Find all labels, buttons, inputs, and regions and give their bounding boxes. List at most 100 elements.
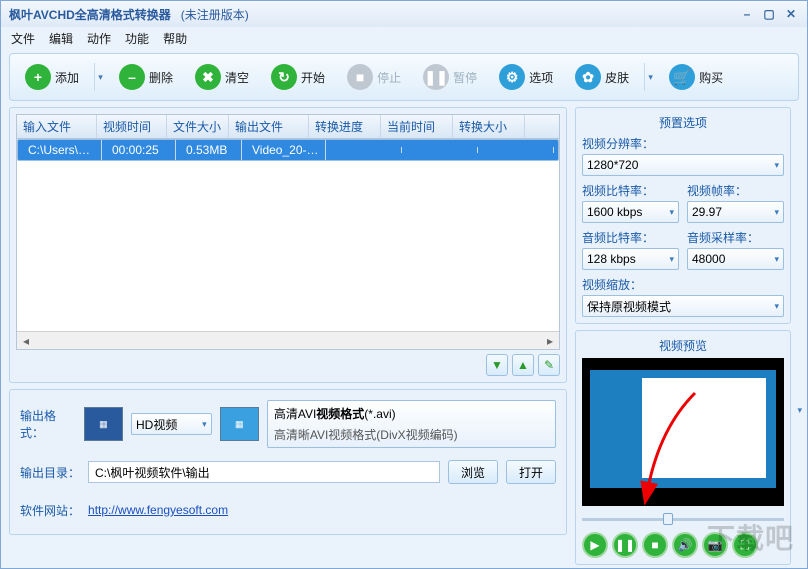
refresh-icon: ↻ <box>271 64 297 90</box>
h-scrollbar[interactable]: ◂ ▸ <box>17 331 559 349</box>
play-button[interactable]: ▶ <box>582 532 608 558</box>
volume-button[interactable]: 🔊 <box>672 532 698 558</box>
skin-button[interactable]: ✿皮肤 <box>566 60 638 94</box>
unregistered-label: (未注册版本) <box>181 6 249 23</box>
scroll-left-icon[interactable]: ◂ <box>17 334 35 348</box>
col-convsize[interactable]: 转换大小 <box>453 115 525 138</box>
pause-icon: ❚❚ <box>423 64 449 90</box>
move-up-button[interactable]: ▲ <box>512 354 534 376</box>
table-header: 输入文件 视频时间 文件大小 输出文件 转换进度 当前时间 转换大小 <box>17 115 559 139</box>
menu-edit[interactable]: 编辑 <box>49 30 73 47</box>
dir-label: 输出目录： <box>20 464 80 481</box>
pause-button: ❚❚暂停 <box>414 60 486 94</box>
scale-label: 视频缩放： <box>582 276 784 293</box>
asample-label: 音频采样率： <box>687 229 784 246</box>
stop-preview-button[interactable]: ■ <box>642 532 668 558</box>
preview-title: 视频预览 <box>582 337 784 354</box>
tools-icon: ⚙ <box>499 64 525 90</box>
menu-function[interactable]: 功能 <box>125 30 149 47</box>
minimize-icon[interactable]: – <box>739 7 755 21</box>
resolution-select[interactable]: 1280*720▾ <box>582 154 784 176</box>
buy-button[interactable]: 🛒购买 <box>660 60 732 94</box>
edit-button[interactable]: ✎ <box>538 354 560 376</box>
skin-dropdown[interactable]: ▾ <box>644 63 656 91</box>
add-dropdown[interactable]: ▾ <box>94 63 106 91</box>
stop-icon: ■ <box>347 64 373 90</box>
scale-select[interactable]: 保持原视频模式▾ <box>582 295 784 317</box>
app-title: 枫叶AVCHD全高清格式转换器 <box>9 6 171 23</box>
output-panel: 输出格式： ▦ HD视频▾ ▦ 高清AVI视频格式(*.avi) 高清晰AVI视… <box>9 389 567 535</box>
asample-select[interactable]: 48000▾ <box>687 248 784 270</box>
options-button[interactable]: ⚙选项 <box>490 60 562 94</box>
pause-preview-button[interactable]: ❚❚ <box>612 532 638 558</box>
volume-icon: 🔊 <box>678 538 693 552</box>
start-button[interactable]: ↻开始 <box>262 60 334 94</box>
chevron-down-icon: ▾ <box>774 207 779 218</box>
open-button[interactable]: 打开 <box>506 460 556 484</box>
stop-icon: ■ <box>651 538 658 552</box>
preset-title: 预置选项 <box>582 114 784 131</box>
col-curtime[interactable]: 当前时间 <box>381 115 453 138</box>
minus-icon: – <box>119 64 145 90</box>
format-desc: 高清晰AVI视频格式(DivX视频编码) <box>274 426 458 443</box>
fps-select[interactable]: 29.97▾ <box>687 201 784 223</box>
vbitrate-label: 视频比特率： <box>582 182 679 199</box>
chevron-down-icon: ▾ <box>774 160 779 171</box>
col-output[interactable]: 输出文件 <box>229 115 309 138</box>
res-label: 视频分辨率： <box>582 135 784 152</box>
menu-action[interactable]: 动作 <box>87 30 111 47</box>
close-icon[interactable]: ✕ <box>783 7 799 21</box>
scroll-right-icon[interactable]: ▸ <box>541 334 559 348</box>
add-button[interactable]: +添加 <box>16 60 88 94</box>
format-label: 输出格式： <box>20 407 76 441</box>
maximize-icon[interactable]: ▢ <box>761 7 777 21</box>
seek-slider[interactable] <box>582 512 784 526</box>
menu-file[interactable]: 文件 <box>11 30 35 47</box>
plus-icon: + <box>25 64 51 90</box>
output-dir-input[interactable]: C:\枫叶视频软件\输出 <box>88 461 440 483</box>
file-list-panel: 输入文件 视频时间 文件大小 输出文件 转换进度 当前时间 转换大小 C:\Us… <box>9 107 567 383</box>
arrow-up-icon: ▲ <box>517 358 529 372</box>
browse-button[interactable]: 浏览 <box>448 460 498 484</box>
table-row[interactable]: C:\Users\pc\.. 00:00:25 0.53MB Video_20-… <box>17 139 559 161</box>
fps-label: 视频帧率： <box>687 182 784 199</box>
file-table: 输入文件 视频时间 文件大小 输出文件 转换进度 当前时间 转换大小 C:\Us… <box>16 114 560 350</box>
preset-panel: 预置选项 视频分辨率： 1280*720▾ 视频比特率： 1600 kbps▾ … <box>575 107 791 324</box>
chevron-down-icon: ▾ <box>669 254 674 265</box>
expand-icon: ⛶ <box>741 538 749 553</box>
format-select[interactable]: 高清AVI视频格式(*.avi) 高清晰AVI视频格式(DivX视频编码) ▾ <box>267 400 556 448</box>
col-input[interactable]: 输入文件 <box>17 115 97 138</box>
pause-icon: ❚❚ <box>615 538 635 552</box>
profile-thumb: ▦ <box>84 407 123 441</box>
play-icon: ▶ <box>590 538 599 552</box>
preview-panel: 视频预览 ▶ ❚❚ ■ 🔊 📷 ⛶ <box>575 330 791 565</box>
format-title: 高清AVI视频格式(*.avi) <box>274 405 396 422</box>
pencil-icon: ✎ <box>544 358 554 372</box>
clear-button[interactable]: ✖清空 <box>186 60 258 94</box>
snapshot-button[interactable]: 📷 <box>702 532 728 558</box>
skin-icon: ✿ <box>575 64 601 90</box>
col-progress[interactable]: 转换进度 <box>309 115 381 138</box>
vbitrate-select[interactable]: 1600 kbps▾ <box>582 201 679 223</box>
chevron-down-icon: ▾ <box>774 254 779 265</box>
abitrate-select[interactable]: 128 kbps▾ <box>582 248 679 270</box>
site-link[interactable]: http://www.fengyesoft.com <box>88 503 228 517</box>
chevron-down-icon: ▾ <box>202 419 207 430</box>
col-vtime[interactable]: 视频时间 <box>97 115 167 138</box>
site-label: 软件网站： <box>20 502 80 519</box>
format-thumb: ▦ <box>220 407 259 441</box>
fullscreen-button[interactable]: ⛶ <box>732 532 758 558</box>
title-bar: 枫叶AVCHD全高清格式转换器 (未注册版本) – ▢ ✕ <box>1 1 807 27</box>
annotation-arrow <box>640 388 700 498</box>
profile-select[interactable]: HD视频▾ <box>131 413 212 435</box>
stop-button: ■停止 <box>338 60 410 94</box>
preview-viewport <box>582 358 784 506</box>
col-size[interactable]: 文件大小 <box>167 115 229 138</box>
move-down-button[interactable]: ▼ <box>486 354 508 376</box>
chevron-down-icon: ▾ <box>774 301 779 312</box>
abitrate-label: 音频比特率： <box>582 229 679 246</box>
menu-help[interactable]: 帮助 <box>163 30 187 47</box>
delete-button[interactable]: –删除 <box>110 60 182 94</box>
camera-icon: 📷 <box>708 538 723 552</box>
clear-icon: ✖ <box>195 64 221 90</box>
